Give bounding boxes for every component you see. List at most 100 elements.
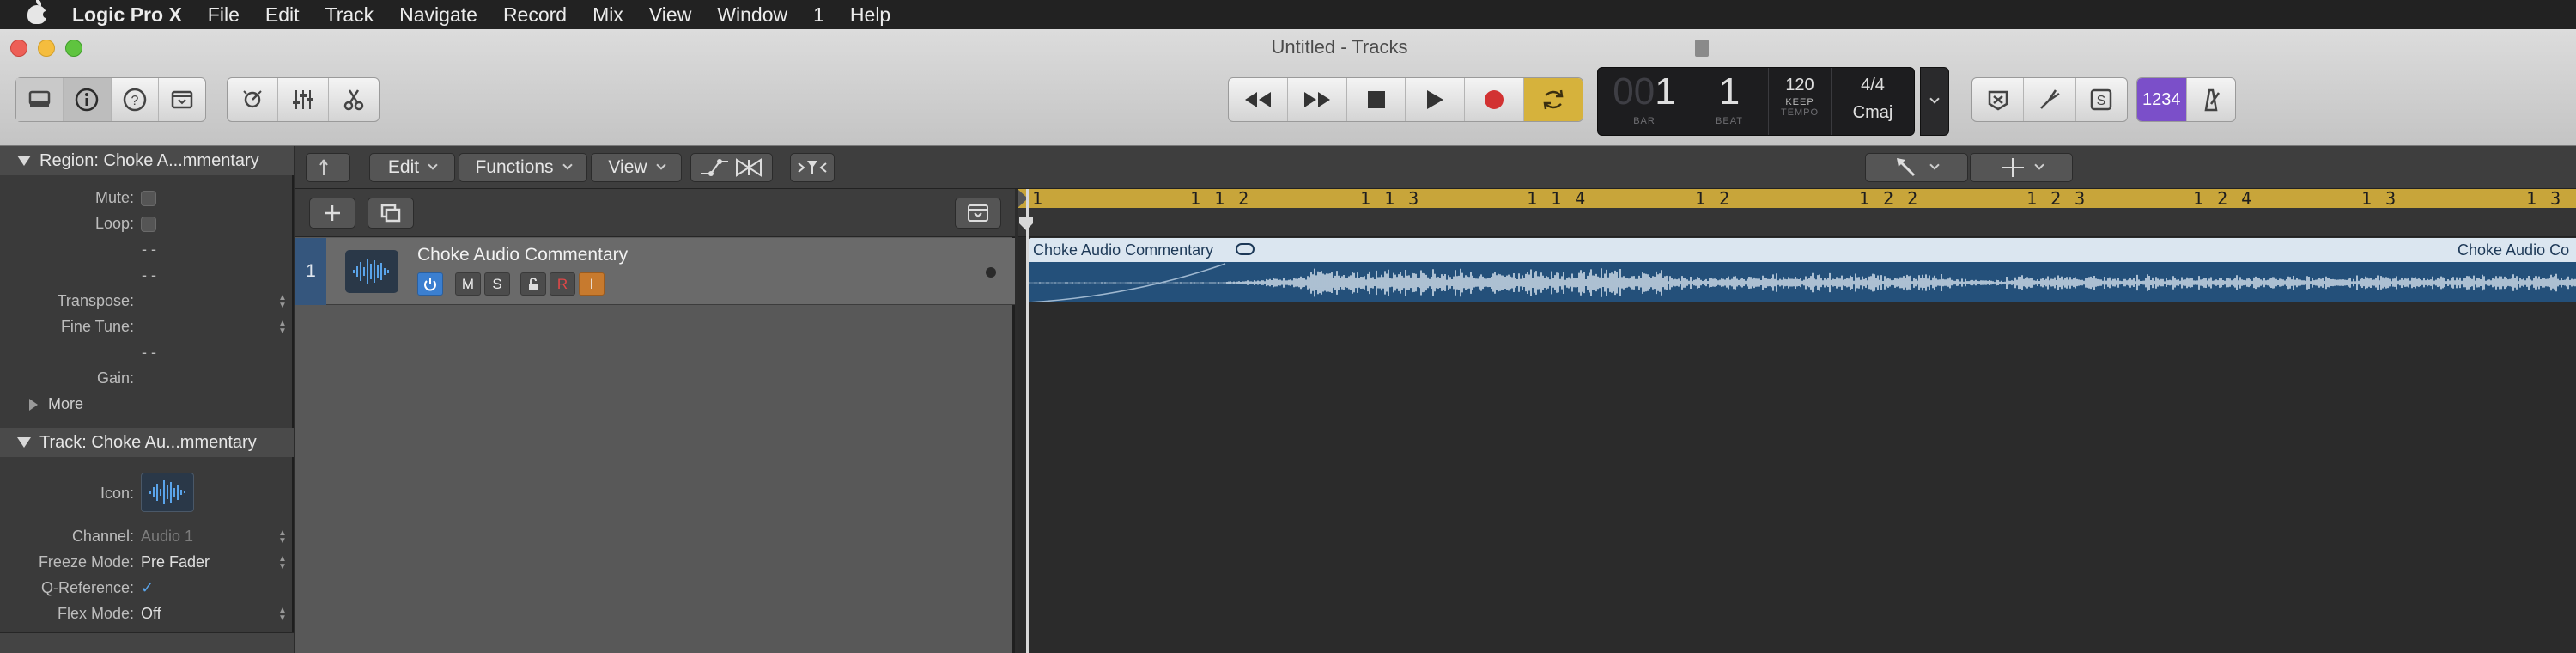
replace-button[interactable] [1972, 78, 2023, 121]
automation-icon[interactable] [697, 156, 732, 179]
stepper-icon[interactable]: ▲ ▼ [278, 294, 287, 310]
automation-group [690, 153, 773, 182]
view-buttons-group: ? [15, 77, 206, 122]
menu-view[interactable]: View [649, 3, 691, 27]
mixer-button[interactable] [277, 78, 328, 121]
duplicate-track-button[interactable] [368, 198, 414, 229]
back-button[interactable] [306, 153, 350, 182]
menu-record[interactable]: Record [503, 3, 567, 27]
menu-file[interactable]: File [208, 3, 240, 27]
mute-button[interactable]: M [455, 272, 481, 296]
ruler-label: 1 3 [2361, 188, 2398, 209]
stop-icon [1367, 91, 1385, 108]
input-monitoring-button[interactable]: I [579, 272, 605, 296]
lcd-tempo-cell[interactable]: 120 KEEP TEMPO [1768, 68, 1832, 135]
solo-mode-button[interactable]: S [2075, 78, 2127, 121]
track-icon-well[interactable] [141, 473, 194, 512]
q-reference-checkbox[interactable]: ✓ [141, 579, 154, 597]
menu-navigate[interactable]: Navigate [399, 3, 477, 27]
tuner-button[interactable] [2023, 78, 2075, 121]
menu-1[interactable]: 1 [813, 3, 824, 27]
ruler-label: 1 2 2 [1859, 188, 1920, 209]
add-track-button[interactable] [309, 198, 355, 229]
track-inspector-header[interactable]: Track: Choke Au...mmentary [0, 428, 294, 457]
flex-icon[interactable] [732, 156, 766, 179]
rewind-button[interactable] [1229, 78, 1287, 121]
playhead-line[interactable] [1026, 189, 1029, 653]
menu-track[interactable]: Track [325, 3, 374, 27]
inspector-row-freeze-mode[interactable]: Freeze Mode: Pre Fader ▲ ▼ [0, 550, 294, 576]
lcd-beat-value: 1 [1718, 70, 1741, 113]
track-name[interactable]: Choke Audio Commentary [417, 245, 628, 265]
inspector-row-gain[interactable]: Gain: [0, 366, 294, 392]
tool-secondary-menu[interactable] [1970, 153, 2073, 182]
svg-text:?: ? [131, 94, 138, 108]
region-name-repeat: Choke Audio Co [2458, 241, 2570, 259]
solo-button[interactable]: S [484, 272, 510, 296]
region-header-name: Choke A...mmentary [103, 150, 259, 170]
inspector-row-q-reference[interactable]: Q-Reference: ✓ [0, 576, 294, 601]
flex-mode-value: Off [141, 605, 161, 622]
lcd-beat-label: BEAT [1716, 116, 1743, 126]
record-button[interactable] [1464, 78, 1523, 121]
view-menu-button[interactable]: View [591, 153, 682, 182]
bar-ruler[interactable]: 1 1 1 2 1 1 3 1 1 4 1 2 1 2 2 1 2 3 1 2 … [1018, 188, 2576, 227]
library-button[interactable] [16, 78, 64, 121]
inspector-label: Freeze Mode: [38, 553, 134, 571]
secondary-ruler[interactable] [1018, 208, 2576, 237]
lcd-key: Cmaj [1852, 103, 1893, 122]
fast-forward-button[interactable] [1286, 78, 1346, 121]
stepper-icon[interactable]: ▲ ▼ [278, 555, 287, 571]
track-on-off-button[interactable] [417, 272, 443, 296]
inspector-label: Flex Mode: [57, 605, 134, 622]
quick-help-button[interactable]: ? [110, 78, 158, 121]
menu-help[interactable]: Help [850, 3, 890, 27]
functions-menu-button[interactable]: Functions [459, 153, 587, 182]
tool-pointer-menu[interactable] [1865, 153, 1968, 182]
toolbar-icon [968, 204, 988, 222]
menu-app-name[interactable]: Logic Pro X [72, 3, 182, 27]
track-view-options-button[interactable] [955, 198, 1001, 229]
more-label: More [48, 395, 84, 412]
toolbar-toggle-button[interactable] [157, 78, 205, 121]
apple-icon[interactable] [27, 0, 49, 24]
menu-edit[interactable]: Edit [265, 3, 300, 27]
record-enable-button[interactable]: R [550, 272, 575, 296]
cycle-button[interactable] [1523, 78, 1583, 121]
scissors-icon [343, 89, 364, 111]
lcd-signature-cell[interactable]: 4/4 Cmaj [1832, 68, 1914, 135]
audio-region[interactable]: Choke Audio Commentary Choke Audio Co [1028, 238, 2576, 302]
inspector-label: Loop: [94, 215, 134, 232]
lcd-display[interactable]: 001 BAR 1 BEAT 120 KEEP TEMPO 4/4 Cmaj [1597, 67, 1915, 136]
ruler-label: 1 1 4 [1527, 188, 1588, 209]
lcd-mode-menu[interactable] [1920, 67, 1949, 136]
track-icon[interactable] [345, 250, 398, 293]
menu-mix[interactable]: Mix [592, 3, 623, 27]
count-in-button[interactable]: 1234 [2137, 78, 2186, 121]
inspector-row-channel[interactable]: Channel: Audio 1 ▲ ▼ [0, 524, 294, 550]
inspector-row-flex-mode[interactable]: Flex Mode: Off ▲ ▼ [0, 601, 294, 627]
track-header[interactable]: 1 Choke Audio Commentary M S R I [295, 238, 1015, 305]
editors-button[interactable] [328, 78, 379, 121]
mixer-icon [293, 90, 313, 109]
inspector-more-row[interactable]: More [0, 392, 294, 418]
inspector-row-fine-tune[interactable]: Fine Tune: ▲ ▼ [0, 314, 294, 340]
edit-menu-button[interactable]: Edit [369, 153, 455, 182]
track-protect-button[interactable] [520, 272, 546, 296]
inspector-row-transpose[interactable]: Transpose: ▲ ▼ [0, 289, 294, 314]
catch-playhead-button[interactable] [790, 153, 835, 182]
loop-checkbox[interactable] [141, 217, 156, 232]
play-button[interactable] [1405, 78, 1464, 121]
menu-window[interactable]: Window [717, 3, 787, 27]
mute-checkbox[interactable] [141, 191, 156, 206]
metronome-button[interactable] [2185, 78, 2236, 121]
ruler-label: 1 1 2 [1190, 188, 1251, 209]
menu-bar: Logic Pro X File Edit Track Navigate Rec… [0, 0, 2576, 29]
lcd-bar-value: 1 [1655, 70, 1676, 113]
stepper-icon[interactable]: ▲ ▼ [278, 320, 287, 336]
smart-controls-button[interactable] [228, 78, 277, 121]
stepper-icon[interactable]: ▲ ▼ [278, 607, 287, 623]
stop-button[interactable] [1346, 78, 1406, 121]
region-inspector-header[interactable]: Region: Choke A...mmentary [0, 146, 294, 175]
inspector-button[interactable] [63, 78, 111, 121]
